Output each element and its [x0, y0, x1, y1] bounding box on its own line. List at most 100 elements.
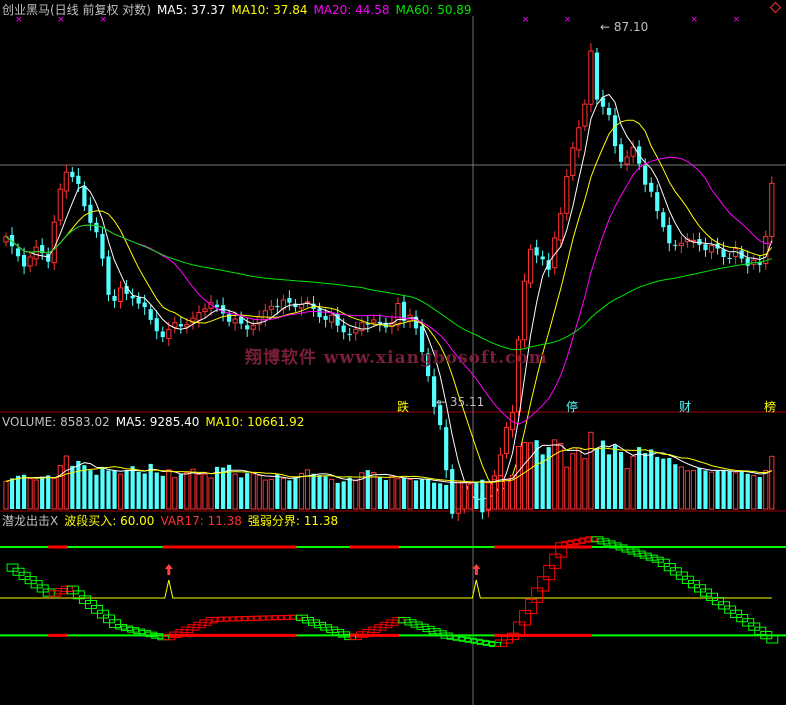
low-price-label: ← 35.11	[436, 395, 485, 409]
volume-bar	[733, 472, 739, 510]
candle-body	[130, 295, 135, 299]
var17-step	[90, 604, 103, 614]
volume-bar	[588, 431, 594, 510]
volume-bar	[341, 481, 346, 509]
candle-body	[172, 322, 178, 328]
volume-label: VOLUME: 8583.02	[2, 415, 110, 429]
candle-body	[371, 319, 377, 324]
volume-bar	[678, 466, 684, 510]
volume-bar	[3, 480, 9, 510]
volume-bar	[232, 473, 238, 510]
volume-bar	[202, 473, 208, 510]
volume-bar	[142, 473, 147, 509]
var17-step	[543, 564, 556, 581]
volume-bar	[419, 479, 425, 509]
volume-bar	[485, 482, 491, 510]
candle-body	[184, 324, 190, 328]
candle-body	[63, 171, 69, 192]
candle-body	[33, 246, 39, 260]
candle-body	[534, 247, 539, 256]
candle-body	[727, 257, 732, 259]
volume-bar	[491, 479, 498, 510]
signal-cross: ×	[564, 15, 572, 25]
volume-bar	[154, 472, 159, 509]
candle-body	[540, 256, 545, 260]
volume-bar	[769, 455, 775, 510]
volume-bar	[239, 477, 244, 509]
candle-body	[88, 204, 93, 223]
candle-body	[353, 328, 359, 334]
volume-bar	[624, 468, 630, 510]
candle-body	[594, 52, 600, 100]
price-header: 创业黑马(日线 前复权 对数) MA5: 37.37 MA10: 37.84 MA20…	[2, 2, 478, 18]
volume-bar	[178, 474, 183, 509]
candle-body	[606, 108, 612, 115]
volume-bar	[438, 483, 443, 509]
vol-ma5-label: MA5: 9285.40	[115, 415, 200, 429]
volume-bar	[160, 475, 165, 509]
var17-step	[687, 579, 700, 589]
candle-body	[763, 236, 769, 264]
var17-step	[669, 567, 682, 576]
candle-body	[298, 303, 305, 309]
candle-body	[148, 309, 153, 320]
var17-step	[537, 576, 550, 592]
security-title: 创业黑马(日线 前复权 对数)	[2, 3, 151, 17]
volume-bar	[268, 478, 274, 510]
candle-body	[576, 127, 582, 151]
volume-bar	[739, 470, 744, 509]
volume-header: VOLUME: 8583.02 MA5: 9285.40 MA10: 10661.9…	[2, 414, 310, 430]
candle-body	[117, 287, 124, 303]
volume-bar	[594, 448, 600, 509]
candle-body	[136, 297, 141, 304]
candle-body	[329, 314, 335, 323]
volume-bar	[76, 460, 81, 509]
volume-bar	[528, 442, 534, 510]
volume-bar	[655, 456, 660, 509]
volume-bar	[311, 473, 316, 509]
volume-bar	[521, 442, 528, 510]
var17-step	[24, 576, 37, 585]
volume-bar	[94, 474, 99, 509]
volume-bar	[124, 470, 129, 509]
volume-bar	[558, 442, 564, 510]
volume-bar	[474, 481, 479, 509]
var17-label: VAR17: 11.38	[160, 514, 242, 528]
candle-body	[262, 310, 268, 320]
volume-bar	[262, 479, 268, 510]
var17-step	[525, 598, 538, 615]
candle-body	[21, 255, 27, 267]
high-price-label: ← 87.10	[600, 20, 649, 34]
band-buy-label: 波段买入: 60.00	[64, 514, 155, 528]
indicator-header: 潜龙出击X 波段买入: 60.00 VAR17: 11.38 强弱分界: 11.38	[2, 513, 344, 529]
candle-body	[142, 302, 147, 308]
var17-step	[115, 624, 128, 630]
candle-body	[250, 325, 256, 330]
var17-step	[42, 588, 55, 597]
diamond-icon[interactable]	[769, 1, 782, 14]
volume-bar	[287, 480, 292, 509]
ma20-label: MA20: 44.58	[313, 3, 390, 17]
candle-body	[214, 304, 220, 308]
var17-step	[712, 596, 725, 606]
volume-bar	[751, 474, 757, 510]
var17-step	[561, 541, 574, 547]
candle-body	[721, 249, 726, 258]
var17-step	[66, 585, 79, 595]
candle-body	[112, 295, 117, 301]
volume-bar	[136, 471, 141, 509]
candle-body	[503, 427, 510, 455]
var17-step	[567, 539, 580, 546]
var17-step	[742, 618, 755, 627]
var17-step	[693, 584, 706, 593]
volume-bar	[130, 466, 135, 509]
volume-bar	[413, 480, 419, 509]
candle-body	[232, 318, 238, 324]
volume-bar	[576, 447, 582, 510]
var17-step	[519, 610, 532, 626]
candle-body	[703, 244, 708, 251]
candle-body	[100, 233, 105, 259]
buy-arrow-icon	[164, 564, 173, 575]
candle-body	[377, 321, 382, 324]
candle-body	[497, 454, 504, 477]
